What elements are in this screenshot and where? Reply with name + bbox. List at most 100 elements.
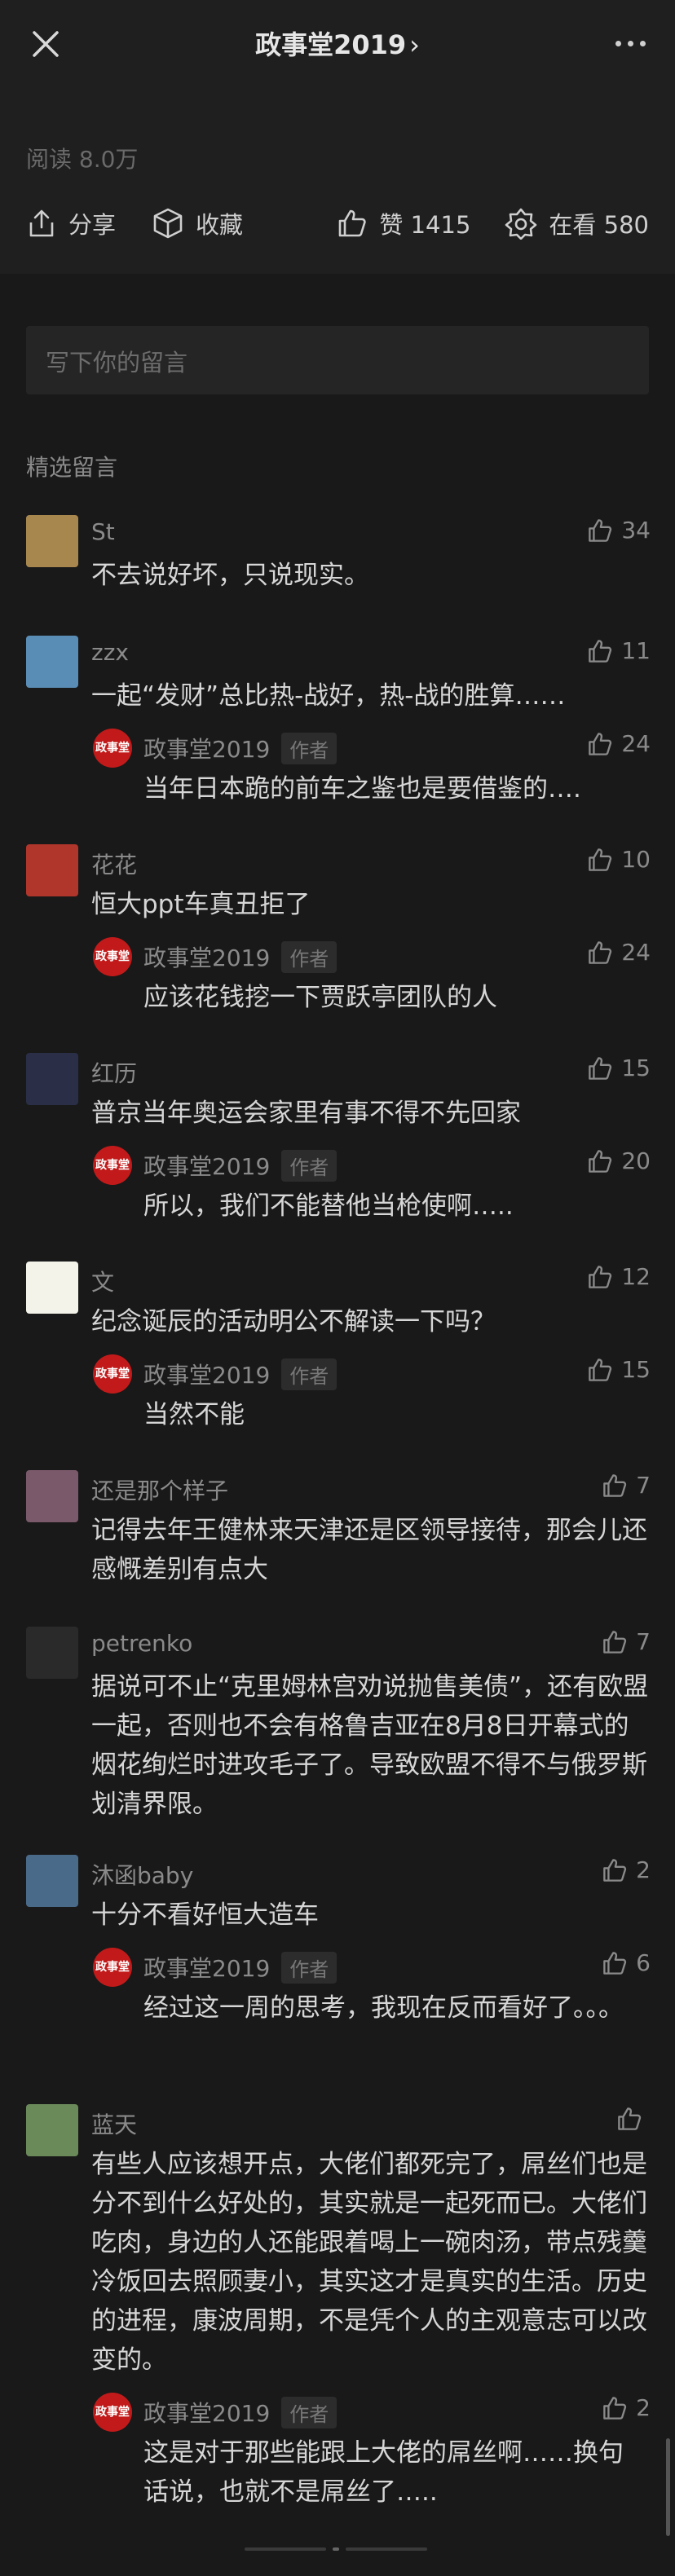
avatar[interactable] — [26, 515, 78, 567]
avatar[interactable] — [26, 2104, 78, 2156]
author-avatar[interactable]: 政事堂 — [93, 729, 132, 768]
thumbs-up-icon — [618, 2107, 642, 2130]
reply-like-button[interactable]: 24 — [587, 939, 651, 966]
watching-button[interactable]: 在看 580 — [505, 206, 649, 240]
like-count: 11 — [621, 637, 651, 664]
avatar[interactable] — [26, 1855, 78, 1907]
like-button[interactable]: 7 — [602, 1472, 651, 1499]
like-count: 7 — [636, 1628, 651, 1655]
reply-text: 这是对于那些能跟上大佬的屌丝啊……换句话说，也就不是屌丝了….. — [143, 2438, 624, 2507]
avatar[interactable] — [26, 1470, 78, 1522]
like-button[interactable]: 2 — [602, 1856, 651, 1883]
section-title: 精选留言 — [26, 454, 118, 481]
share-icon — [29, 209, 54, 237]
comment-text: 十分不看好恒大造车 — [91, 1900, 319, 1930]
reply-like-count: 24 — [621, 939, 651, 966]
like-count: 赞 1415 — [379, 211, 471, 239]
reply-like-button[interactable]: 15 — [587, 1356, 651, 1383]
thumbs-up-icon — [603, 1630, 627, 1653]
share-label: 分享 — [68, 211, 117, 239]
like-count: 34 — [621, 517, 651, 544]
comment-text: 纪念诞辰的活动明公不解读一下吗？ — [91, 1307, 496, 1336]
like-button[interactable]: 11 — [587, 637, 651, 664]
comment-input[interactable]: 写下你的留言 — [26, 326, 649, 394]
account-name: 政事堂2019 — [255, 29, 407, 60]
commenter-name[interactable]: St — [91, 518, 115, 545]
author-avatar[interactable]: 政事堂 — [93, 1948, 132, 1987]
thumbs-up-icon — [603, 1858, 627, 1882]
reply-like-button[interactable]: 6 — [602, 1949, 651, 1976]
share-button[interactable]: 分享 — [26, 206, 116, 240]
like-count: 7 — [636, 1472, 651, 1499]
like-count: 10 — [621, 846, 651, 873]
commenter-name[interactable]: zzx — [91, 639, 129, 666]
like-button[interactable]: 10 — [587, 846, 651, 873]
reply-author[interactable]: 政事堂2019 作者 — [143, 1149, 338, 1182]
commenter-name[interactable]: 沐函baby — [91, 1858, 193, 1891]
avatar[interactable] — [26, 1053, 78, 1105]
reply-author-name: 政事堂2019 — [143, 1362, 271, 1389]
page-title[interactable]: 政事堂2019 › — [0, 24, 675, 62]
reply-like-count: 24 — [621, 730, 651, 757]
reply-text: 应该花钱挖一下贾跃亭团队的人 — [143, 983, 497, 1012]
avatar[interactable] — [26, 636, 78, 688]
thumbs-up-icon — [339, 209, 367, 237]
like-button[interactable] — [616, 2106, 651, 2132]
like-button[interactable]: 15 — [587, 1055, 651, 1081]
thumbs-up-icon — [589, 1265, 612, 1288]
like-button[interactable]: 7 — [602, 1628, 651, 1655]
comment-text: 有些人应该想开点，大佬们都死完了，屌丝们也是分不到什么好处的，其实就是一起死而已… — [91, 2150, 647, 2375]
commenter-name[interactable]: 花花 — [91, 848, 137, 880]
author-avatar[interactable]: 政事堂 — [93, 1146, 132, 1185]
like-button[interactable]: 12 — [587, 1263, 651, 1290]
reply-like-button[interactable]: 2 — [602, 2394, 651, 2421]
reply-author-name: 政事堂2019 — [143, 2400, 271, 2427]
comment-text: 据说可不止“克里姆林宫劝说抛售美债”，还有欧盟一起，否则也不会有格鲁吉亚在8月8… — [91, 1672, 649, 1819]
reply-text: 经过这一周的思考，我现在反而看好了。。。 — [143, 1993, 624, 2023]
reply-like-count: 6 — [636, 1949, 651, 1976]
commenter-name[interactable]: petrenko — [91, 1630, 192, 1657]
collect-button[interactable]: 收藏 — [152, 206, 243, 240]
comment-placeholder: 写下你的留言 — [46, 349, 188, 376]
author-avatar[interactable]: 政事堂 — [93, 2393, 132, 2432]
thumbs-up-icon — [589, 639, 612, 663]
comment-text: 一起“发财”总比热-战好，热-战的胜算…… — [91, 681, 566, 711]
thumbs-up-icon — [589, 518, 612, 542]
more-options-icon[interactable] — [615, 41, 646, 46]
commenter-name[interactable]: 文 — [91, 1265, 114, 1297]
chevron-right-icon: › — [409, 29, 420, 60]
author-badge: 作者 — [281, 940, 338, 973]
avatar[interactable] — [26, 1627, 78, 1679]
like-count: 12 — [621, 1263, 651, 1290]
collect-label: 收藏 — [196, 211, 244, 239]
comment-text: 不去说好坏，只说现实。 — [91, 561, 369, 590]
watching-icon — [505, 208, 537, 240]
reply-like-button[interactable]: 20 — [587, 1147, 651, 1174]
home-indicator — [245, 2547, 432, 2551]
reply-author[interactable]: 政事堂2019 作者 — [143, 1358, 338, 1390]
avatar[interactable] — [26, 844, 78, 896]
reply-author[interactable]: 政事堂2019 作者 — [143, 1951, 338, 1984]
thumbs-up-icon — [589, 848, 612, 871]
commenter-name[interactable]: 还是那个样子 — [91, 1473, 228, 1506]
commenter-name[interactable]: 蓝天 — [91, 2107, 137, 2140]
reply-author-name: 政事堂2019 — [143, 945, 271, 971]
thumbs-up-icon — [589, 1358, 612, 1381]
stats-bar: 阅读 8.0万 分享 收藏 赞 1415 在看 580 — [0, 85, 675, 274]
like-count: 2 — [636, 1856, 651, 1883]
reply-author[interactable]: 政事堂2019 作者 — [143, 732, 338, 764]
author-avatar[interactable]: 政事堂 — [93, 937, 132, 976]
thumbs-up-icon — [603, 2396, 627, 2420]
thumbs-up-icon — [603, 1951, 627, 1975]
reply-like-button[interactable]: 24 — [587, 730, 651, 757]
reply-author[interactable]: 政事堂2019 作者 — [143, 2396, 338, 2428]
reply-author[interactable]: 政事堂2019 作者 — [143, 940, 338, 973]
avatar[interactable] — [26, 1262, 78, 1314]
like-button[interactable]: 34 — [587, 517, 651, 544]
author-avatar[interactable]: 政事堂 — [93, 1354, 132, 1394]
thumbs-up-icon — [589, 1149, 612, 1173]
scrollbar[interactable] — [666, 2438, 670, 2536]
like-button[interactable]: 赞 1415 — [337, 206, 470, 240]
author-badge: 作者 — [281, 732, 338, 764]
commenter-name[interactable]: 红历 — [91, 1056, 137, 1089]
